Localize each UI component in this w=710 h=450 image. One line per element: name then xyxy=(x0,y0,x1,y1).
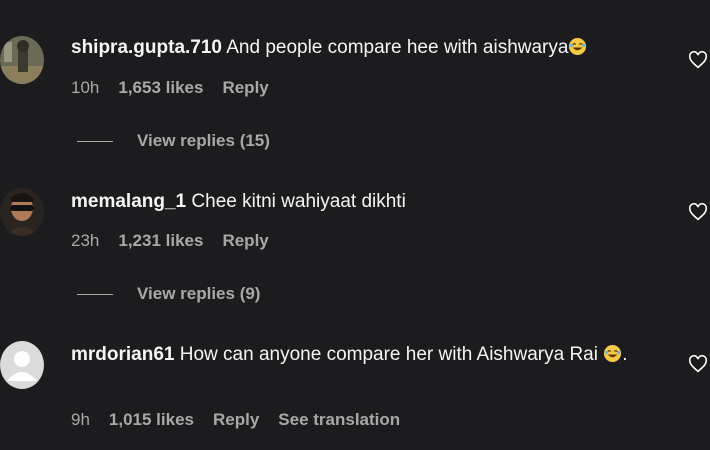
like-heart-icon[interactable] xyxy=(688,202,708,221)
view-replies-button[interactable]: View replies (15) xyxy=(77,131,270,151)
comment-time: 10h xyxy=(71,78,100,97)
view-replies-label: View replies (9) xyxy=(137,284,261,303)
comment-meta: 23h 1,231 likes Reply xyxy=(71,231,288,251)
view-replies-label: View replies (15) xyxy=(137,131,270,150)
like-heart-icon[interactable] xyxy=(688,354,708,373)
comment-username[interactable]: mrdorian61 xyxy=(71,344,174,365)
comment-time: 9h xyxy=(71,410,90,429)
reply-button[interactable]: Reply xyxy=(222,78,268,98)
comment-username[interactable]: memalang_1 xyxy=(71,191,186,212)
reply-button[interactable]: Reply xyxy=(213,410,259,430)
avatar[interactable] xyxy=(0,188,44,236)
comment-username[interactable]: shipra.gupta.710 xyxy=(71,37,222,58)
comment-suffix: . xyxy=(622,344,628,365)
likes-count[interactable]: 1,653 likes xyxy=(118,78,203,98)
comment-body: Chee kitni wahiyaat dikhti xyxy=(191,191,406,212)
avatar[interactable] xyxy=(0,341,44,389)
reply-button[interactable]: Reply xyxy=(222,231,268,251)
comment-meta: 10h 1,653 likes Reply xyxy=(71,78,288,98)
comment-text: memalang_1 Chee kitni wahiyaat dikhti xyxy=(71,188,651,216)
laughing-emoji-icon xyxy=(569,37,587,56)
divider-line xyxy=(77,294,113,296)
comment-body: How can anyone compare her with Aishwary… xyxy=(179,344,598,365)
comment-body: And people compare hee with aishwarya xyxy=(226,37,569,58)
avatar[interactable] xyxy=(0,36,44,84)
comment-text: mrdorian61 How can anyone compare her wi… xyxy=(71,341,661,369)
comment-meta: 9h 1,015 likes Reply See translation xyxy=(71,410,400,430)
see-translation-button[interactable]: See translation xyxy=(278,410,400,430)
comment-time: 23h xyxy=(71,231,100,250)
like-heart-icon[interactable] xyxy=(688,50,708,69)
view-replies-button[interactable]: View replies (9) xyxy=(77,284,260,304)
likes-count[interactable]: 1,231 likes xyxy=(118,231,203,251)
divider-line xyxy=(77,141,113,143)
likes-count[interactable]: 1,015 likes xyxy=(109,410,194,430)
comment-text: shipra.gupta.710 And people compare hee … xyxy=(71,34,651,62)
laughing-emoji-icon xyxy=(604,344,622,363)
